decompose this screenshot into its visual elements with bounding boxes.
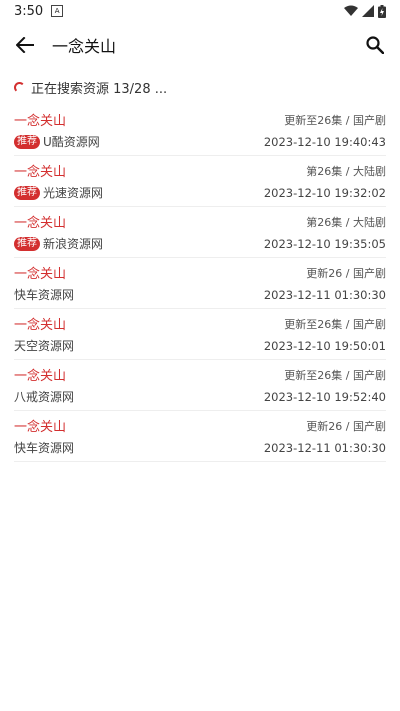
app-bar: 一念关山 — [0, 22, 400, 68]
result-name: 一念关山 — [14, 267, 67, 282]
result-meta: 第26集 / 大陆剧 — [306, 215, 386, 229]
result-source-name: 快车资源网 — [14, 288, 75, 302]
result-time: 2023-12-10 19:32:02 — [263, 185, 386, 200]
result-list: 一念关山 更新至26集 / 国产剧 推荐 U酷资源网 2023-12-10 19… — [0, 105, 400, 462]
result-meta: 更新至26集 / 国产剧 — [284, 113, 386, 127]
result-source: 推荐 光速资源网 — [14, 184, 103, 201]
search-progress-text: 正在搜索资源 13/28 ... — [31, 82, 168, 97]
result-name: 一念关山 — [14, 165, 67, 180]
result-source-name: 光速资源网 — [43, 186, 104, 200]
result-source-name: 天空资源网 — [14, 339, 75, 353]
battery-icon — [378, 4, 386, 18]
result-time: 2023-12-10 19:40:43 — [263, 134, 386, 149]
result-time: 2023-12-10 19:35:05 — [263, 236, 386, 251]
loading-spinner-icon — [14, 82, 25, 93]
status-left: 3:50 A — [14, 3, 64, 19]
result-name: 一念关山 — [14, 318, 67, 333]
wifi-icon — [344, 5, 358, 16]
result-meta: 更新至26集 / 国产剧 — [284, 317, 386, 331]
back-button[interactable] — [12, 32, 38, 58]
result-time: 2023-12-11 01:30:30 — [263, 287, 386, 302]
result-meta: 第26集 / 大陆剧 — [306, 164, 386, 178]
status-bar: 3:50 A — [0, 0, 400, 22]
recommend-badge: 推荐 — [14, 236, 40, 251]
result-source: 推荐 新浪资源网 — [14, 235, 103, 252]
search-progress: 正在搜索资源 13/28 ... — [0, 68, 400, 105]
result-name: 一念关山 — [14, 369, 67, 384]
result-source: 天空资源网 — [14, 337, 74, 354]
result-meta: 更新26 / 国产剧 — [306, 419, 386, 433]
result-item[interactable]: 一念关山 第26集 / 大陆剧 推荐 光速资源网 2023-12-10 19:3… — [14, 156, 386, 207]
result-name: 一念关山 — [14, 114, 67, 129]
result-source-name: 新浪资源网 — [43, 237, 104, 251]
result-item[interactable]: 一念关山 更新至26集 / 国产剧 天空资源网 2023-12-10 19:50… — [14, 309, 386, 360]
result-source: 快车资源网 — [14, 439, 74, 456]
result-item[interactable]: 一念关山 更新至26集 / 国产剧 推荐 U酷资源网 2023-12-10 19… — [14, 105, 386, 156]
result-source: 快车资源网 — [14, 286, 74, 303]
result-source-name: 快车资源网 — [14, 441, 75, 455]
search-icon — [366, 36, 384, 54]
notification-a-icon: A — [51, 5, 64, 17]
result-time: 2023-12-10 19:50:01 — [263, 338, 386, 353]
recommend-badge: 推荐 — [14, 134, 40, 149]
result-source-name: 八戒资源网 — [14, 390, 75, 404]
result-name: 一念关山 — [14, 216, 67, 231]
status-time: 3:50 — [14, 3, 44, 19]
result-time: 2023-12-11 01:30:30 — [263, 440, 386, 455]
result-item[interactable]: 一念关山 更新至26集 / 国产剧 八戒资源网 2023-12-10 19:52… — [14, 360, 386, 411]
recommend-badge: 推荐 — [14, 185, 40, 200]
result-source-name: U酷资源网 — [43, 135, 100, 149]
result-item[interactable]: 一念关山 更新26 / 国产剧 快车资源网 2023-12-11 01:30:3… — [14, 411, 386, 462]
result-meta: 更新至26集 / 国产剧 — [284, 368, 386, 382]
status-right — [344, 4, 386, 18]
result-name: 一念关山 — [14, 420, 67, 435]
result-item[interactable]: 一念关山 第26集 / 大陆剧 推荐 新浪资源网 2023-12-10 19:3… — [14, 207, 386, 258]
result-meta: 更新26 / 国产剧 — [306, 266, 386, 280]
page-title: 一念关山 — [52, 37, 117, 56]
signal-icon — [362, 5, 374, 17]
result-source: 八戒资源网 — [14, 388, 74, 405]
result-source: 推荐 U酷资源网 — [14, 133, 100, 150]
result-item[interactable]: 一念关山 更新26 / 国产剧 快车资源网 2023-12-11 01:30:3… — [14, 258, 386, 309]
search-button[interactable] — [362, 32, 388, 58]
result-time: 2023-12-10 19:52:40 — [263, 389, 386, 404]
arrow-left-icon — [16, 37, 34, 53]
